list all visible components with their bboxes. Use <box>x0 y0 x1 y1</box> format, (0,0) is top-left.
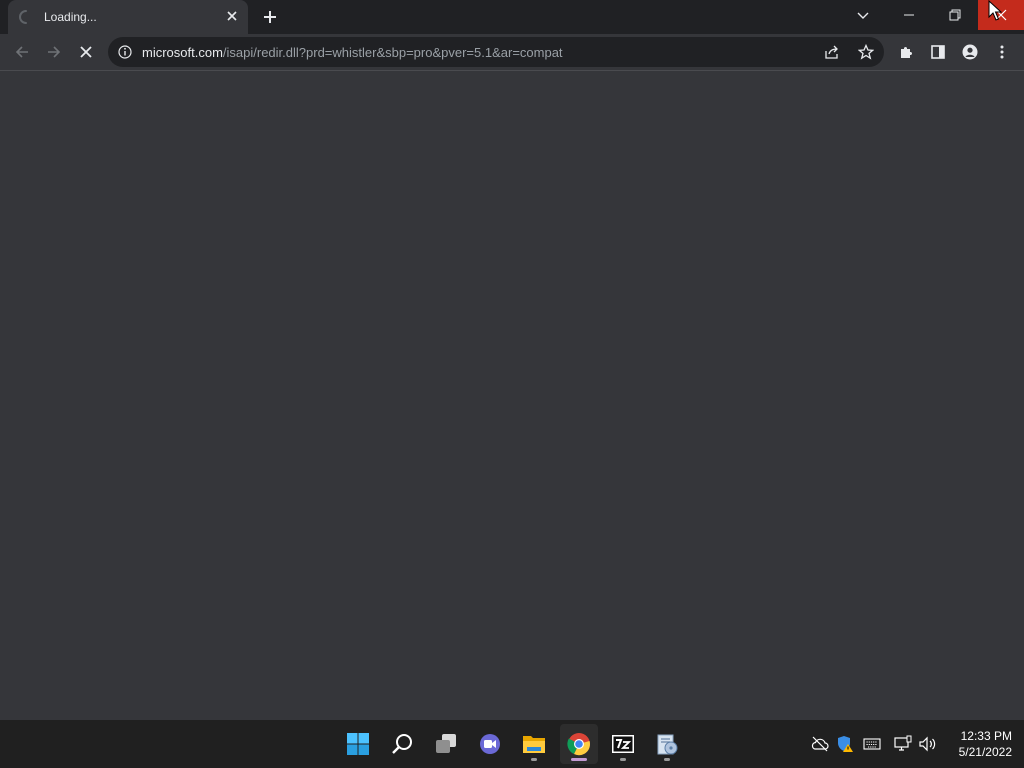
running-indicator <box>531 758 537 761</box>
share-icon[interactable] <box>824 44 840 60</box>
side-panel-icon <box>931 45 945 59</box>
bookmark-star-icon[interactable] <box>858 44 874 60</box>
back-button[interactable] <box>10 40 34 64</box>
tab-title: Loading... <box>44 10 97 24</box>
browser-toolbar: microsoft.com/isapi/redir.dll?prd=whistl… <box>0 34 1024 71</box>
mouse-cursor-icon <box>988 0 1003 21</box>
loading-spinner-icon <box>19 10 27 24</box>
task-view-button[interactable] <box>427 724 465 764</box>
restore-icon <box>949 9 961 21</box>
forward-arrow-icon <box>48 46 61 58</box>
minimize-icon <box>904 14 914 16</box>
volume-icon[interactable] <box>918 734 938 754</box>
search-icon <box>392 734 412 754</box>
keyboard-icon[interactable] <box>862 734 882 754</box>
start-icon <box>347 733 369 755</box>
windows-taskbar: 12:33 PM 5/21/2022 <box>0 720 1024 768</box>
installer-icon <box>657 734 678 755</box>
file-explorer-button[interactable] <box>515 724 553 764</box>
start-button[interactable] <box>339 724 377 764</box>
extensions-button[interactable] <box>894 40 918 64</box>
chrome-icon <box>567 733 590 756</box>
new-tab-icon[interactable] <box>260 7 280 27</box>
system-clock[interactable]: 12:33 PM 5/21/2022 <box>946 728 1012 760</box>
url-path: /isapi/redir.dll?prd=whistler&sbp=pro&pv… <box>222 45 563 60</box>
url-text[interactable]: microsoft.com/isapi/redir.dll?prd=whistl… <box>142 45 563 60</box>
network-icon[interactable] <box>893 734 913 754</box>
tab-close-icon[interactable] <box>224 8 240 24</box>
clock-time: 12:33 PM <box>960 729 1012 743</box>
url-host: microsoft.com <box>142 45 223 60</box>
profile-avatar-icon <box>962 44 978 60</box>
chrome-menu-button[interactable] <box>990 40 1014 64</box>
side-panel-button[interactable] <box>926 40 950 64</box>
taskbar-search-button[interactable] <box>383 724 421 764</box>
cloud-offline-icon[interactable] <box>810 734 830 754</box>
stop-loading-button[interactable] <box>74 40 98 64</box>
file-explorer-icon <box>523 736 545 753</box>
7zip-icon <box>612 735 634 753</box>
browser-titlebar: Loading... <box>0 0 1024 34</box>
forward-button[interactable] <box>42 40 66 64</box>
teams-chat-button[interactable] <box>471 724 509 764</box>
tab-loading[interactable]: Loading... <box>8 0 248 34</box>
puzzle-icon <box>901 46 913 58</box>
task-view-icon <box>436 734 456 753</box>
clock-date: 5/21/2022 <box>958 745 1012 759</box>
teams-chat-icon <box>480 734 500 754</box>
back-arrow-icon <box>15 46 28 58</box>
page-content-area <box>0 71 1024 720</box>
minimize-button[interactable] <box>886 0 932 30</box>
installer-taskbar-button[interactable] <box>648 724 686 764</box>
7zip-taskbar-button[interactable] <box>604 724 642 764</box>
kebab-menu-icon <box>1000 45 1004 59</box>
running-indicator <box>664 758 670 761</box>
active-indicator <box>571 758 587 761</box>
stop-x-icon <box>80 46 92 58</box>
profile-button[interactable] <box>958 40 982 64</box>
chrome-taskbar-button[interactable] <box>560 724 598 764</box>
restore-button[interactable] <box>932 0 978 30</box>
site-info-icon[interactable] <box>118 45 132 59</box>
address-bar[interactable]: microsoft.com/isapi/redir.dll?prd=whistl… <box>108 37 884 67</box>
security-warning-icon[interactable] <box>835 734 855 754</box>
running-indicator <box>620 758 626 761</box>
tab-search-chevron-icon[interactable] <box>855 7 871 23</box>
